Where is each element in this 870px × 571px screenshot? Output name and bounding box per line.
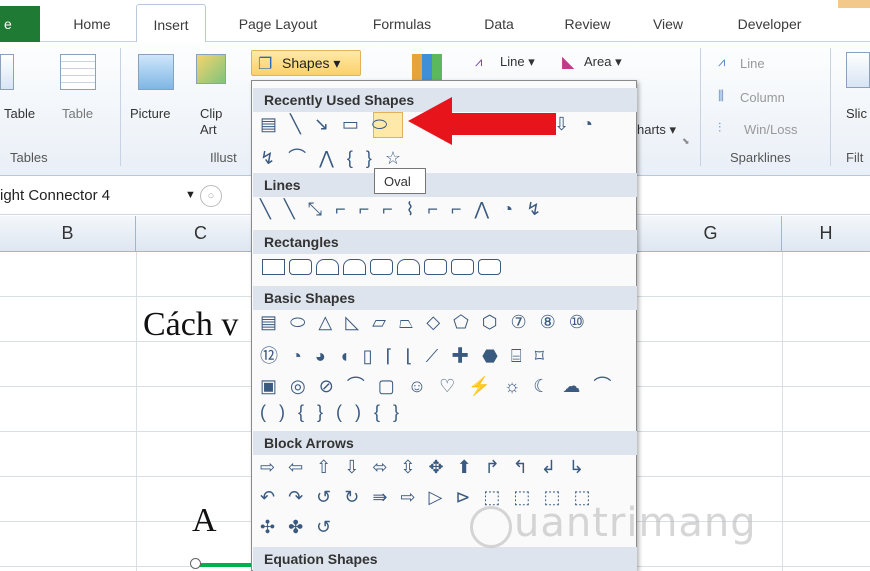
grid-line: [782, 252, 783, 571]
basic-shapes-row-2[interactable]: ⑫ ◔ ◕ ◖ ▯ ⌈ ⌊ ⟋ ✚ ⬣ ⌸ ⌑: [260, 342, 548, 368]
sparkline-winloss-icon[interactable]: ⫶: [718, 120, 721, 136]
snip-rectangle-shape[interactable]: [316, 259, 339, 275]
section-rectangles: Rectangles: [253, 230, 637, 254]
rectangles-row[interactable]: [262, 259, 501, 275]
group-separator: [120, 48, 121, 166]
name-box[interactable]: ight Connector 4: [0, 183, 195, 209]
column-header-h[interactable]: H: [782, 216, 870, 252]
line-chart-button[interactable]: Line ▾: [500, 54, 535, 70]
sparkline-line-button[interactable]: Line: [740, 56, 765, 71]
tab-developer[interactable]: Developer: [722, 10, 817, 42]
section-lines: Lines: [253, 173, 637, 197]
clip-art-icon[interactable]: [196, 54, 226, 84]
tab-page-layout[interactable]: Page Layout: [228, 10, 328, 42]
formula-bar-divider-icon: ○: [200, 185, 222, 207]
column-header-g[interactable]: G: [640, 216, 782, 252]
round-rectangle-shape[interactable]: [397, 259, 420, 275]
ribbon-tab-bar: e Home Insert Page Layout Formulas Data …: [0, 0, 870, 43]
table-label[interactable]: Table: [62, 106, 93, 121]
snip-rectangle-shape[interactable]: [343, 259, 366, 275]
tab-view[interactable]: View: [643, 10, 693, 42]
basic-shapes-row-1[interactable]: ▤ ⬭ △ ◺ ▱ ⏢ ◇ ⬠ ⬡ ⑦ ⑧ ⑩: [260, 312, 589, 333]
shapes-icon: ❐: [258, 56, 273, 73]
group-filter-label: Filt: [846, 150, 864, 165]
sparkline-winloss-button[interactable]: Win/Loss: [744, 122, 797, 137]
shapes-button[interactable]: ❐ Shapes ▾: [251, 50, 361, 76]
tab-formulas[interactable]: Formulas: [362, 10, 442, 42]
sparkline-column-button[interactable]: Column: [740, 90, 785, 105]
dialog-launcher-icon[interactable]: ⬊: [682, 136, 690, 147]
clip-art-label-1[interactable]: Clip: [200, 106, 222, 121]
straight-connector[interactable]: [195, 563, 255, 567]
tab-home[interactable]: Home: [62, 10, 122, 42]
group-sparklines-label: Sparklines: [730, 150, 791, 165]
sparkline-line-icon[interactable]: ⩘: [718, 54, 725, 70]
cell-label-a[interactable]: A: [192, 502, 217, 540]
pivot-table-label[interactable]: Table: [4, 106, 35, 121]
watermark-text: uantrimang: [514, 500, 757, 546]
name-box-dropdown-icon[interactable]: ▼: [185, 189, 196, 201]
sparkline-column-icon[interactable]: ⫼: [718, 88, 724, 104]
shapes-gallery: ▲ Recently Used Shapes ▤ ╲ ↘ ▭ ⬭ ⇩ ◔ ↯ ⌒…: [251, 80, 637, 571]
connector-handle[interactable]: [190, 558, 201, 569]
extra-tab-strip: [838, 0, 870, 8]
picture-icon[interactable]: [138, 54, 174, 90]
tab-review[interactable]: Review: [555, 10, 620, 42]
block-arrows-row-1[interactable]: ⇨ ⇦ ⇧ ⇩ ⬄ ⇳ ✥ ⬆ ↱ ↰ ↲ ↳: [260, 457, 588, 478]
group-separator: [700, 48, 701, 166]
basic-shapes-row-3[interactable]: ▣ ◎ ⊘ ⌒ ▢ ☺ ♡ ⚡ ☼ ☾ ☁ ⌒: [260, 372, 615, 398]
group-separator: [830, 48, 831, 166]
recent-shapes-row-1[interactable]: ▤ ╲ ↘ ▭ ⬭: [260, 114, 391, 135]
slicer-label[interactable]: Slic: [846, 106, 867, 121]
lines-row[interactable]: ╲ ╲ ⤡ ⌐ ⌐ ⌐ ⌇ ⌐ ⌐ ⋀ ◔ ↯: [260, 199, 545, 220]
tab-data[interactable]: Data: [474, 10, 524, 42]
slicer-icon[interactable]: [846, 52, 870, 88]
pivot-table-icon[interactable]: [0, 54, 14, 90]
tab-insert[interactable]: Insert: [136, 4, 206, 43]
block-arrows-row-3[interactable]: ✣ ✤ ↺: [260, 517, 335, 538]
area-chart-button[interactable]: Area ▾: [584, 54, 622, 70]
section-basic-shapes: Basic Shapes: [253, 286, 637, 310]
round-rectangle-shape[interactable]: [451, 259, 474, 275]
group-tables-label: Tables: [10, 150, 48, 165]
oval-tooltip: Oval: [374, 168, 426, 194]
table-icon[interactable]: [60, 54, 96, 90]
clip-art-label-2[interactable]: Art: [200, 122, 217, 137]
section-equation-shapes: Equation Shapes: [253, 547, 637, 571]
shapes-button-label: Shapes ▾: [282, 55, 341, 71]
rectangle-shape[interactable]: [262, 259, 285, 275]
column-header-b[interactable]: B: [0, 216, 136, 252]
line-chart-icon[interactable]: ⩘: [475, 54, 482, 70]
grid-line: [136, 252, 137, 571]
group-illustrations-label: Illust: [210, 150, 237, 165]
arrow-body: [448, 113, 556, 135]
area-chart-icon[interactable]: ◣: [562, 52, 574, 72]
section-block-arrows: Block Arrows: [253, 431, 637, 455]
cell-heading-text[interactable]: Cách v: [143, 306, 238, 344]
column-header-c[interactable]: C: [136, 216, 266, 252]
picture-label[interactable]: Picture: [130, 106, 170, 121]
round-rectangle-shape[interactable]: [370, 259, 393, 275]
arrow-head: [408, 97, 452, 145]
tab-file[interactable]: e: [0, 6, 40, 42]
basic-shapes-row-4[interactable]: ( ) { } ( ) { }: [260, 402, 403, 423]
watermark-logo-icon: [470, 506, 512, 548]
recent-shapes-row-1-tail[interactable]: ⇩ ◔: [554, 114, 597, 135]
recent-shapes-row-2[interactable]: ↯ ⌒ ⋀ { } ☆: [260, 144, 405, 170]
rounded-rectangle-shape[interactable]: [289, 259, 312, 275]
round-rectangle-shape[interactable]: [424, 259, 447, 275]
charts-dialog-label[interactable]: harts ▾: [637, 122, 676, 138]
round-rectangle-shape[interactable]: [478, 259, 501, 275]
